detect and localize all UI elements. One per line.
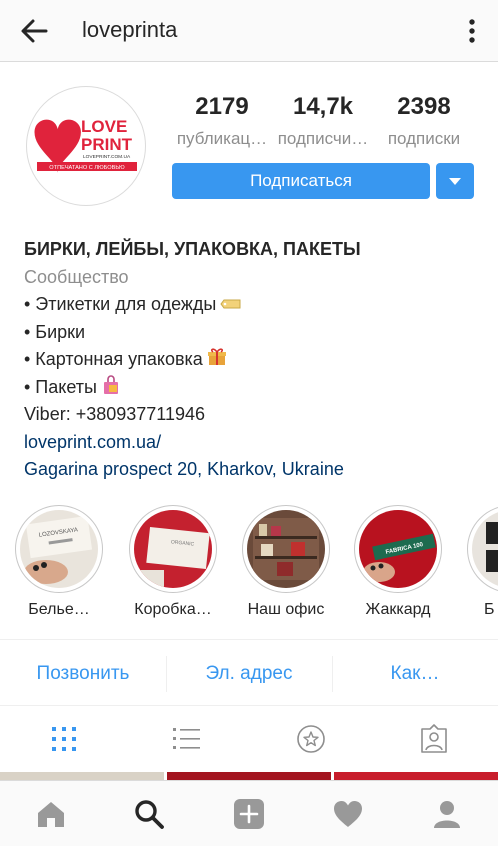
label-tag-emoji-icon (220, 299, 241, 309)
logo-url: LOVEPRINT.COM.UA (83, 154, 131, 160)
profile-avatar[interactable]: LOVE PRINT LOVEPRINT.COM.UA ОТПЕЧАТАНО С… (26, 86, 146, 206)
stat-posts-value: 2179 (195, 93, 249, 120)
highlight-label: Жаккард (365, 601, 431, 618)
profile-username: loveprinta (82, 17, 178, 42)
bio-line-text: • Картонная упаковка (24, 349, 203, 369)
bio-line-text: • Этикетки для одежды (24, 294, 217, 314)
highlight-label: Б (484, 601, 495, 618)
profile-category: Сообщество (24, 266, 129, 287)
post-thumbnail[interactable] (334, 772, 498, 780)
search-icon[interactable] (133, 798, 165, 830)
post-thumbnail[interactable] (167, 772, 331, 780)
stat-followers[interactable]: 14,7k подписчи… (268, 93, 378, 149)
bio-line-text: • Пакеты (24, 376, 97, 397)
follow-button[interactable]: Подписаться (172, 163, 430, 199)
bio-line-packaging: • Картонная упаковка (24, 346, 484, 374)
home-icon[interactable] (35, 798, 67, 830)
profile-tabs (0, 706, 498, 772)
highlight-item[interactable]: Наш офис (241, 505, 331, 619)
bio-line-labels: • Этикетки для одежды (24, 291, 484, 319)
highlight-cover (472, 510, 498, 588)
profile-icon[interactable] (431, 798, 463, 830)
bio-phone: Viber: +380937711946 (24, 404, 206, 424)
top-bar: loveprinta (0, 0, 498, 62)
tagged-icon[interactable] (419, 724, 449, 754)
profile-full-name: БИРКИ, ЛЕЙБЫ, УПАКОВКА, ПАКЕТЫ (24, 239, 361, 259)
directions-button[interactable]: Как… (332, 644, 498, 704)
highlight-item[interactable]: FABRICA 100 Жаккард (353, 505, 443, 619)
post-thumbnail[interactable] (0, 772, 164, 780)
stat-posts[interactable]: 2179 публикац… (167, 93, 277, 149)
story-highlights: LOZOVSKAYA Белье… ORGANIC Коробка… Наш о… (0, 505, 498, 625)
highlight-label: Наш офис (247, 601, 325, 618)
stat-followers-value: 14,7k (292, 93, 354, 120)
posts-grid-preview (0, 772, 498, 780)
call-button[interactable]: Позвонить (0, 644, 166, 704)
logo-text-print: PRINT (81, 135, 133, 154)
email-button[interactable]: Эл. адрес (166, 644, 332, 704)
suggested-dropdown-button[interactable] (436, 163, 474, 199)
stat-following-value: 2398 (397, 93, 451, 120)
star-icon[interactable] (296, 724, 326, 754)
loveprint-logo: LOVE PRINT LOVEPRINT.COM.UA ОТПЕЧАТАНО С… (34, 117, 137, 173)
profile-bio: БИРКИ, ЛЕЙБЫ, УПАКОВКА, ПАКЕТЫ Сообществ… (24, 236, 484, 484)
stat-posts-label: публикац… (176, 129, 268, 148)
add-icon[interactable] (233, 798, 265, 830)
stat-following-label: подписки (387, 129, 461, 148)
highlight-item[interactable]: ORGANIC Коробка… (128, 505, 218, 619)
list-icon[interactable] (172, 724, 202, 754)
bio-address-link[interactable]: Gagarina prospect 20, Kharkov, Ukraine (24, 456, 484, 484)
stat-followers-label: подписчи… (277, 129, 369, 148)
logo-banner: ОТПЕЧАТАНО С ЛЮБОВЬЮ (49, 165, 125, 171)
heart-icon[interactable] (332, 798, 364, 830)
shopping-bag-emoji-icon (103, 374, 118, 394)
highlight-cover: FABRICA 100 (359, 510, 437, 588)
highlight-cover: ORGANIC (134, 510, 212, 588)
highlight-item[interactable]: Б (466, 505, 498, 619)
more-vertical-icon[interactable] (462, 15, 482, 47)
gift-emoji-icon (207, 348, 226, 365)
caret-down-icon (449, 178, 461, 185)
bio-website-link[interactable]: loveprint.com.ua/ (24, 429, 484, 457)
divider (0, 639, 498, 640)
highlight-item[interactable]: LOZOVSKAYA Белье… (14, 505, 104, 619)
bio-line-bags: • Пакеты (24, 374, 484, 402)
arrow-left-icon[interactable] (16, 14, 52, 48)
highlight-label: Коробка… (134, 601, 212, 618)
bio-line-tags: • Бирки (24, 321, 86, 342)
contact-actions: Позвонить Эл. адрес Как… (0, 644, 498, 704)
logo-text-love: LOVE (81, 117, 127, 136)
highlight-label: Белье… (28, 601, 90, 618)
stat-following[interactable]: 2398 подписки (369, 93, 479, 149)
highlight-cover (247, 510, 325, 588)
highlight-cover: LOZOVSKAYA (20, 510, 98, 588)
bottom-navigation (0, 780, 498, 846)
grid-icon[interactable] (49, 724, 79, 754)
